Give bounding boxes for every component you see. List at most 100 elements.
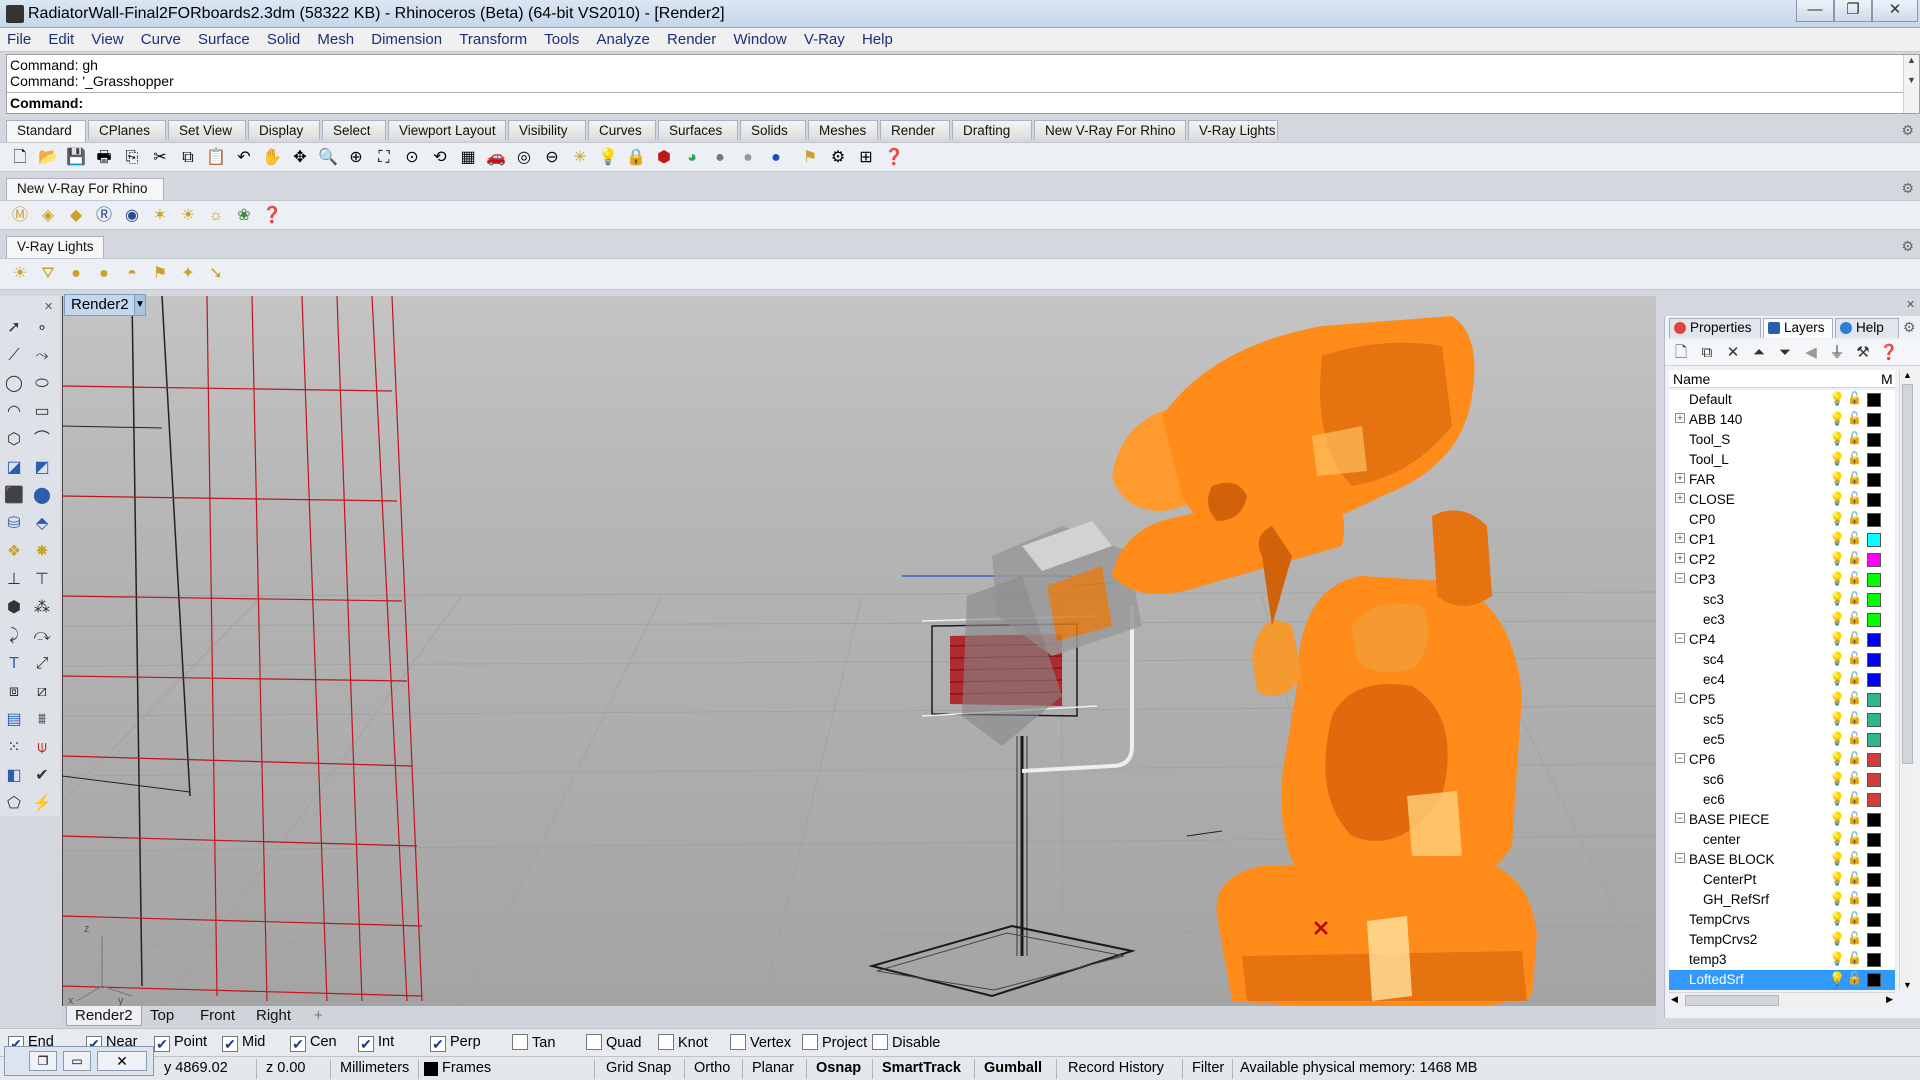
layer-visibility-bulb-icon[interactable]: 💡	[1829, 911, 1845, 927]
sphere-icon[interactable]: ⬤	[32, 486, 52, 506]
layer-expander-icon[interactable]: +	[1675, 493, 1685, 503]
car-icon[interactable]: 🚗	[486, 148, 506, 168]
layer-row[interactable]: ec5 💡 🔓	[1669, 730, 1895, 750]
osnap-checkbox[interactable]	[872, 1034, 888, 1050]
scroll-right-icon[interactable]: ▶	[1886, 994, 1893, 1005]
menu-help[interactable]: Help	[855, 28, 899, 48]
group-icon[interactable]: ⁂	[32, 598, 52, 618]
vray-tag-icon[interactable]: ◈	[38, 206, 58, 226]
open-file-icon[interactable]: 📂	[38, 148, 58, 168]
layer-visibility-bulb-icon[interactable]: 💡	[1829, 931, 1845, 947]
status-record-history[interactable]: Record History	[1068, 1060, 1164, 1076]
tab-vray-lights-active[interactable]: V-Ray Lights	[6, 236, 104, 258]
layer-lock-icon[interactable]: 🔓	[1847, 471, 1862, 485]
layer-row[interactable]: ec4 💡 🔓	[1669, 670, 1895, 690]
layer-color-swatch[interactable]	[1867, 593, 1881, 607]
layer-color-swatch[interactable]	[1867, 493, 1881, 507]
layer-lock-icon[interactable]: 🔓	[1847, 491, 1862, 505]
explode-icon[interactable]: ✸	[32, 542, 52, 562]
camera-icon[interactable]: ◎	[514, 148, 534, 168]
vray-fur-icon[interactable]: ❀	[234, 206, 254, 226]
menu-file[interactable]: File	[0, 28, 37, 48]
select-arrow-icon[interactable]: ➚	[4, 318, 24, 338]
scroll-left-icon[interactable]: ◀	[1671, 994, 1678, 1005]
layer-lock-icon[interactable]: 🔓	[1847, 871, 1862, 885]
layer-lock-icon[interactable]: 🔓	[1847, 651, 1862, 665]
layer-row[interactable]: − CP5 💡 🔓	[1669, 690, 1895, 710]
render-sphere-icon[interactable]: ●	[766, 148, 786, 168]
help-icon[interactable]: ❓	[884, 148, 904, 168]
layer-color-swatch[interactable]	[1867, 793, 1881, 807]
command-scrollbar[interactable]: ▲ ▼	[1903, 55, 1919, 113]
layer-color-swatch[interactable]	[1867, 713, 1881, 727]
layer-color-swatch[interactable]	[1867, 393, 1881, 407]
menu-dimension[interactable]: Dimension	[364, 28, 448, 48]
layer-row[interactable]: − CP3 💡 🔓	[1669, 570, 1895, 590]
layer-lock-icon[interactable]: 🔓	[1847, 811, 1862, 825]
vray-help-icon[interactable]: ❓	[262, 206, 282, 226]
menu-solid[interactable]: Solid	[260, 28, 306, 48]
sweep-icon[interactable]: ◩	[32, 458, 52, 478]
osnap-checkbox[interactable]: ✔	[358, 1036, 374, 1052]
menu-render[interactable]: Render	[660, 28, 722, 48]
osnap-disable[interactable]: Disable	[872, 1034, 940, 1051]
move-down-icon[interactable]: ⏷	[1775, 343, 1795, 363]
tab-cplanes[interactable]: CPlanes	[88, 120, 166, 140]
layer-expander-icon[interactable]: +	[1675, 533, 1685, 543]
layer-visibility-bulb-icon[interactable]: 💡	[1829, 491, 1845, 507]
new-sublayer-icon[interactable]: ⧉	[1697, 343, 1717, 363]
layer-visibility-bulb-icon[interactable]: 💡	[1829, 951, 1845, 967]
options-gear-icon[interactable]: ⚙	[828, 148, 848, 168]
hscroll-thumb[interactable]	[1685, 995, 1779, 1006]
color-wheel-icon[interactable]: ◕	[682, 148, 702, 168]
layer-visibility-bulb-icon[interactable]: 💡	[1829, 451, 1845, 467]
tab-set-view[interactable]: Set View	[168, 120, 246, 140]
layer-row[interactable]: ec6 💡 🔓	[1669, 790, 1895, 810]
scroll-thumb[interactable]	[1902, 384, 1913, 764]
layer-visibility-bulb-icon[interactable]: 💡	[1829, 631, 1845, 647]
command-input[interactable]	[93, 95, 1793, 111]
status-ortho[interactable]: Ortho	[694, 1060, 730, 1076]
gear-icon[interactable]: ⚙	[1903, 319, 1916, 336]
spot-light-icon[interactable]: ⛛	[38, 264, 58, 284]
print-icon[interactable]: 🖶	[94, 148, 114, 168]
layer-visibility-bulb-icon[interactable]: 💡	[1829, 611, 1845, 627]
circle-icon[interactable]: ◯	[4, 374, 24, 394]
layer-lock-icon[interactable]: 🔓	[1847, 971, 1862, 985]
layer-row[interactable]: − BASE PIECE 💡 🔓	[1669, 810, 1895, 830]
layer-expander-icon[interactable]: −	[1675, 753, 1685, 763]
layer-row[interactable]: center 💡 🔓	[1669, 830, 1895, 850]
column-name[interactable]: Name	[1673, 371, 1710, 387]
rectangle-icon[interactable]: ▭	[32, 402, 52, 422]
layer-row[interactable]: − CP6 💡 🔓	[1669, 750, 1895, 770]
osnap-checkbox[interactable]: ✔	[430, 1036, 446, 1052]
grasshopper-flag-icon[interactable]: ⚑	[800, 148, 820, 168]
ellipse-icon[interactable]: ⬭	[32, 374, 52, 394]
rect-light-icon[interactable]: ⚑	[150, 264, 170, 284]
split-icon[interactable]: ⊤	[32, 570, 52, 590]
tab-solids[interactable]: Solids	[740, 120, 806, 140]
menu-view[interactable]: View	[84, 28, 129, 48]
layer-visibility-bulb-icon[interactable]: 💡	[1829, 871, 1845, 887]
array-icon[interactable]: ⁙	[4, 738, 24, 758]
help-icon[interactable]: ❓	[1879, 343, 1899, 363]
layer-lock-icon[interactable]: 🔓	[1847, 631, 1862, 645]
layer-row[interactable]: + ABB 140 💡 🔓	[1669, 410, 1895, 430]
dome-light-icon[interactable]: ◓	[122, 264, 142, 284]
layer-color-swatch[interactable]	[1867, 733, 1881, 747]
layer-visibility-bulb-icon[interactable]: 💡	[1829, 651, 1845, 667]
menu-vray[interactable]: V-Ray	[797, 28, 851, 48]
rotate-view-icon[interactable]: ✥	[290, 148, 310, 168]
layer-lock-icon[interactable]: 🔓	[1847, 771, 1862, 785]
layer-visibility-bulb-icon[interactable]: 💡	[1829, 551, 1845, 567]
layer-row[interactable]: sc6 💡 🔓	[1669, 770, 1895, 790]
tab-layers[interactable]: Layers	[1763, 318, 1833, 338]
vray-sun-icon[interactable]: ☀	[178, 206, 198, 226]
polygon-icon[interactable]: ⬡	[4, 430, 24, 450]
layer-expander-icon[interactable]: −	[1675, 633, 1685, 643]
shaded-sphere-icon[interactable]: ●	[710, 148, 730, 168]
boolean-icon[interactable]: ❖	[4, 542, 24, 562]
menu-curve[interactable]: Curve	[134, 28, 187, 48]
vray-light-icon[interactable]: ✶	[150, 206, 170, 226]
osnap-perp[interactable]: ✔ Perp	[430, 1034, 481, 1052]
